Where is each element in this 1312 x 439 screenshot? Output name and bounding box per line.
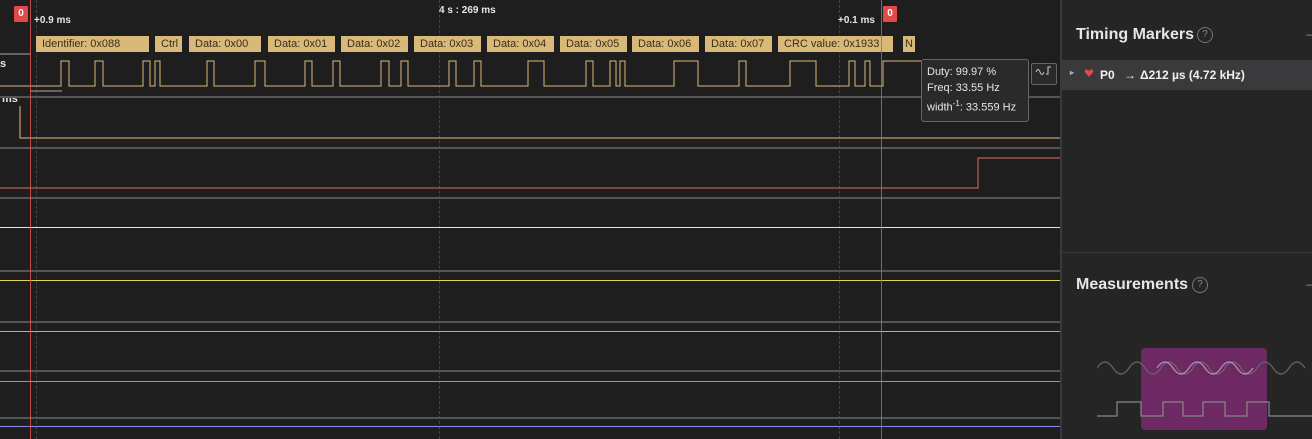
red-trace <box>0 157 1060 189</box>
channel-separator <box>0 370 1060 372</box>
channel-separator <box>0 96 1060 98</box>
waveform-area[interactable]: 4 s : 269 ms +0.9 ms +0.1 ms Identifier:… <box>0 0 1060 439</box>
measurements-help-icon[interactable]: ? <box>1192 277 1208 293</box>
edge-measure-button[interactable] <box>1031 63 1057 85</box>
edge-measure-icon <box>1035 66 1051 75</box>
tooltip-duty: Duty: 99.97 % <box>927 66 997 78</box>
sidebar-separator <box>1062 252 1312 253</box>
channel-separator <box>0 270 1060 272</box>
marker-arrow-icon: → <box>1124 68 1136 82</box>
can-signal-trace <box>0 60 921 87</box>
expand-caret-icon[interactable]: ▸ <box>1070 68 1074 77</box>
tooltip-width-value: : 33.559 Hz <box>959 101 1017 114</box>
green-trace <box>0 331 1060 332</box>
timing-marker-line-right[interactable] <box>881 0 882 439</box>
measurements-empty-illustration <box>1097 348 1312 430</box>
yellow-trace <box>0 280 1060 281</box>
measurement-tooltip: Duty: 99.97 % Freq: 33.55 Hz width-1: 33… <box>921 59 1029 122</box>
orange-trace <box>19 106 1060 139</box>
timing-collapse-icon[interactable]: – <box>1306 27 1312 41</box>
marker-pair-row[interactable]: ▸ P0 → Δ212 µs (4.72 kHz) <box>1062 60 1312 90</box>
timing-marker-flag-right[interactable]: 0 <box>883 6 897 22</box>
measurements-title: Measurements <box>1076 276 1189 293</box>
tooltip-freq: Freq: 33.55 Hz <box>927 82 1000 94</box>
channel-separator <box>0 197 1060 199</box>
waveform-svg <box>0 53 1060 189</box>
right-sidebar: Timing Markers ? – ▸ P0 → Δ212 µs (4.72 … <box>1061 0 1312 439</box>
channel-separator <box>0 417 1060 419</box>
channel-separator <box>0 321 1060 323</box>
channel-separator <box>0 147 1060 149</box>
tooltip-width-sup: -1 <box>952 99 960 108</box>
blue-trace <box>0 381 1060 382</box>
timing-marker-flag-left[interactable]: 0 <box>14 6 28 22</box>
marker-name: P0 <box>1100 68 1115 82</box>
tooltip-width: width-1: 33.559 Hz <box>927 96 1023 116</box>
marker-delta-value: Δ212 µs (4.72 kHz) <box>1140 68 1245 82</box>
measurements-collapse-icon[interactable]: – <box>1306 277 1312 291</box>
timing-marker-line-left[interactable] <box>30 0 31 439</box>
timing-help-icon[interactable]: ? <box>1197 27 1213 43</box>
marker-heart-icon <box>1084 67 1094 77</box>
purple-trace <box>0 426 1060 427</box>
tooltip-width-prefix: width <box>927 101 953 114</box>
timing-markers-title: Timing Markers <box>1076 26 1194 43</box>
yellow-light-trace <box>0 227 1060 228</box>
